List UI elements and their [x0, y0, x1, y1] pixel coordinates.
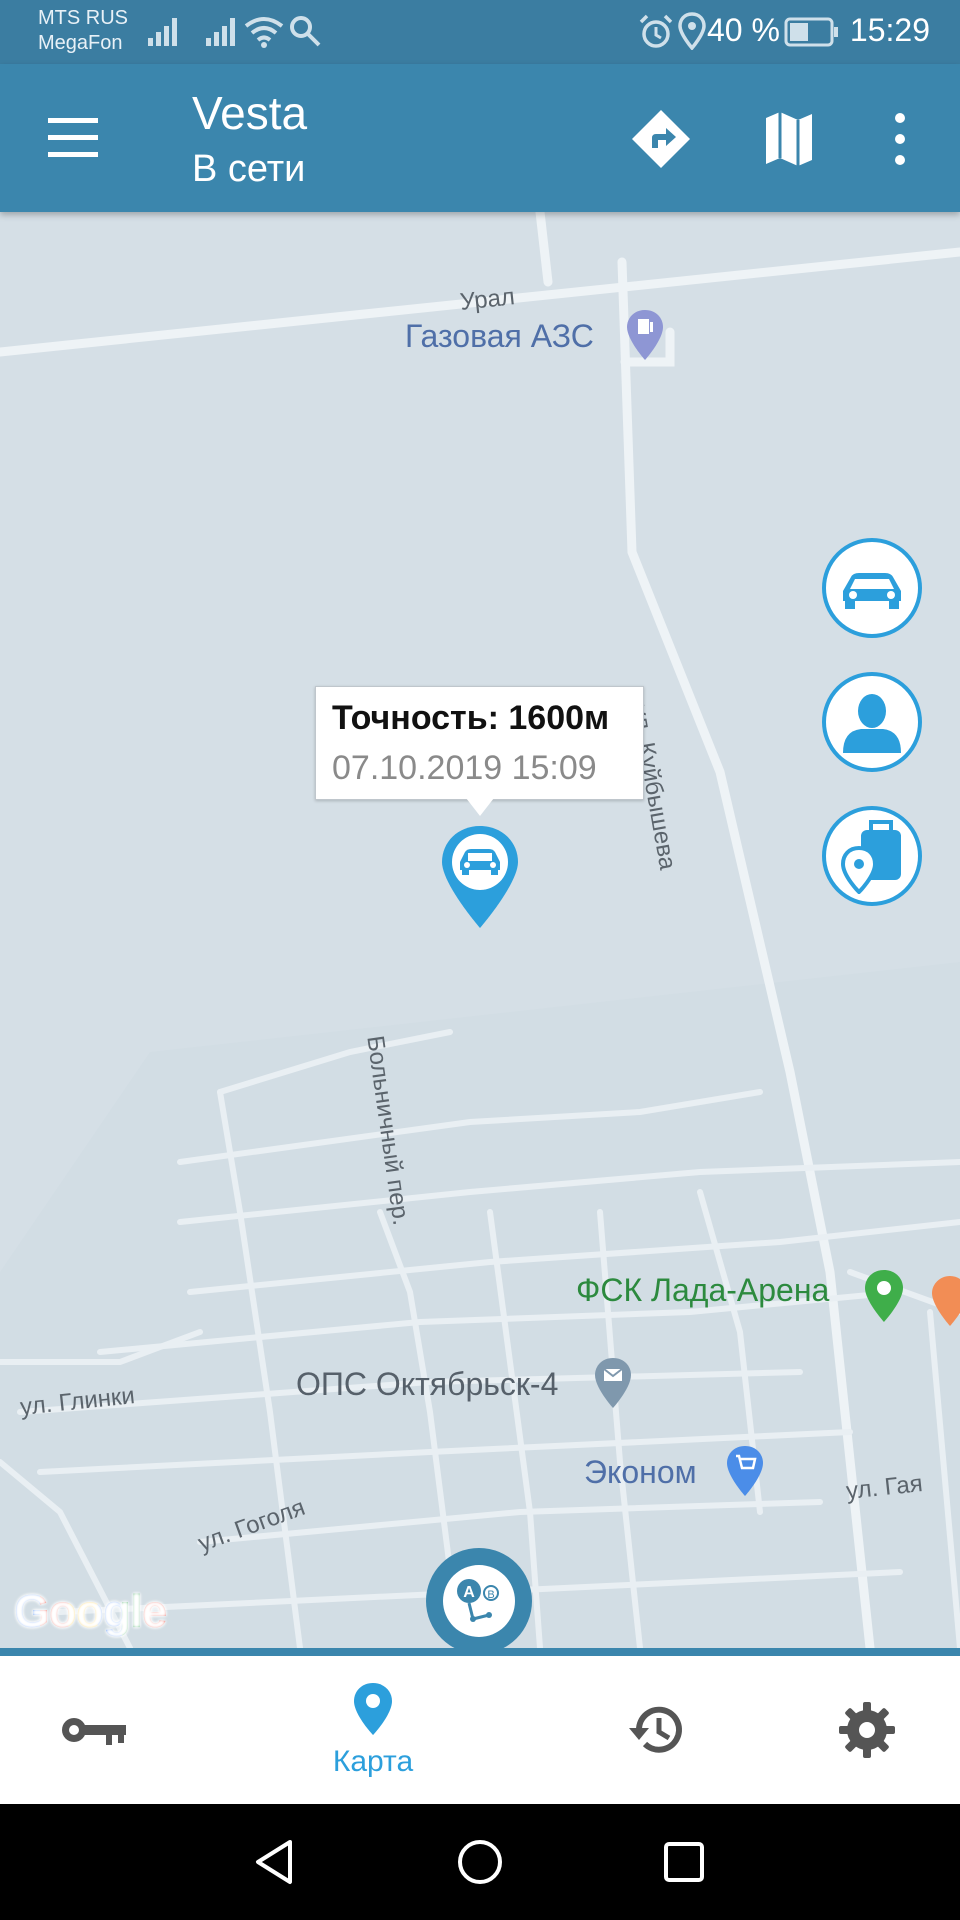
poi-label-gas-station[interactable]: Газовая АЗС — [405, 318, 594, 355]
carrier-name-2: MegaFon — [38, 32, 123, 54]
battery-icon — [784, 17, 838, 47]
home-icon[interactable] — [456, 1838, 504, 1886]
nav-map[interactable]: Карта — [300, 1656, 446, 1804]
signal-icon — [148, 18, 177, 46]
key-icon — [62, 1718, 126, 1745]
location-info-callout[interactable]: Точность: 1600м 07.10.2019 15:09 — [315, 686, 644, 816]
shop-pin-icon[interactable] — [930, 1274, 960, 1328]
svg-text:A: A — [463, 1584, 475, 1601]
search-icon — [290, 16, 321, 47]
show-car-button[interactable] — [822, 538, 922, 638]
nav-map-label: Карта — [332, 1745, 414, 1778]
signal-icon — [206, 18, 235, 46]
system-navigation-bar — [0, 1804, 960, 1920]
nav-settings[interactable] — [812, 1656, 922, 1804]
ekonom-pin-icon[interactable] — [724, 1444, 766, 1498]
route-ab-icon: A B — [443, 1565, 515, 1637]
settings-icon — [839, 1702, 895, 1758]
poi-label-fsk-lada-arena[interactable]: ФСК Лада-Арена — [576, 1272, 829, 1309]
street-label-ural: Урал — [458, 283, 517, 316]
battery-percent: 40 % — [707, 12, 780, 48]
post-office-pin-icon[interactable] — [592, 1356, 634, 1410]
nav-history[interactable] — [600, 1656, 710, 1804]
luggage-location-icon — [840, 820, 901, 894]
route-button[interactable]: A B — [426, 1548, 532, 1648]
show-user-button[interactable] — [822, 672, 922, 772]
more-icon — [895, 113, 905, 165]
poi-label-ops[interactable]: ОПС Октябрьск-4 — [296, 1366, 558, 1403]
carrier-info: MTS RUS MegaFon — [38, 6, 128, 56]
poi-label-ekonom[interactable]: Эконом — [584, 1454, 697, 1491]
fsk-pin-icon[interactable] — [862, 1268, 906, 1324]
app-bar: Vesta В сети — [0, 64, 960, 212]
map-pin-icon — [354, 1683, 392, 1735]
callout-tail — [466, 798, 494, 816]
nav-keys[interactable] — [40, 1656, 150, 1804]
show-all-button[interactable] — [822, 806, 922, 906]
accuracy-text: Точность: 1600м — [332, 699, 610, 737]
wifi-icon — [244, 17, 284, 48]
car-icon — [843, 573, 901, 609]
history-icon — [629, 1706, 682, 1753]
location-icon — [678, 12, 706, 50]
google-logo: Google — [14, 1584, 167, 1638]
vehicle-name: Vesta — [192, 87, 308, 139]
directions-button[interactable] — [626, 104, 696, 174]
recents-icon[interactable] — [662, 1840, 706, 1884]
alarm-icon — [639, 14, 673, 48]
google-logo-text: Google — [14, 1585, 167, 1637]
menu-icon — [48, 118, 98, 157]
carrier-name-1: MTS RUS — [38, 7, 128, 29]
directions-icon — [632, 110, 690, 168]
map-view[interactable]: Урал Газовая АЗС ул. Куйбышева Больничны… — [0, 212, 960, 1648]
vehicle-location-marker[interactable] — [438, 822, 522, 932]
gas-station-pin-icon[interactable] — [624, 308, 666, 362]
vehicle-status: В сети — [192, 148, 306, 190]
menu-button[interactable] — [38, 110, 108, 166]
svg-text:B: B — [487, 1589, 494, 1601]
bottom-navigation: Карта — [0, 1648, 960, 1804]
status-bar: MTS RUS MegaFon 40 % 15:29 — [0, 0, 960, 64]
map-type-button[interactable] — [756, 108, 822, 170]
map-icon — [766, 112, 812, 166]
timestamp-text: 07.10.2019 15:09 — [332, 749, 597, 787]
more-button[interactable] — [880, 108, 920, 170]
back-icon[interactable] — [252, 1838, 296, 1886]
clock: 15:29 — [849, 12, 930, 48]
person-icon — [843, 694, 901, 753]
